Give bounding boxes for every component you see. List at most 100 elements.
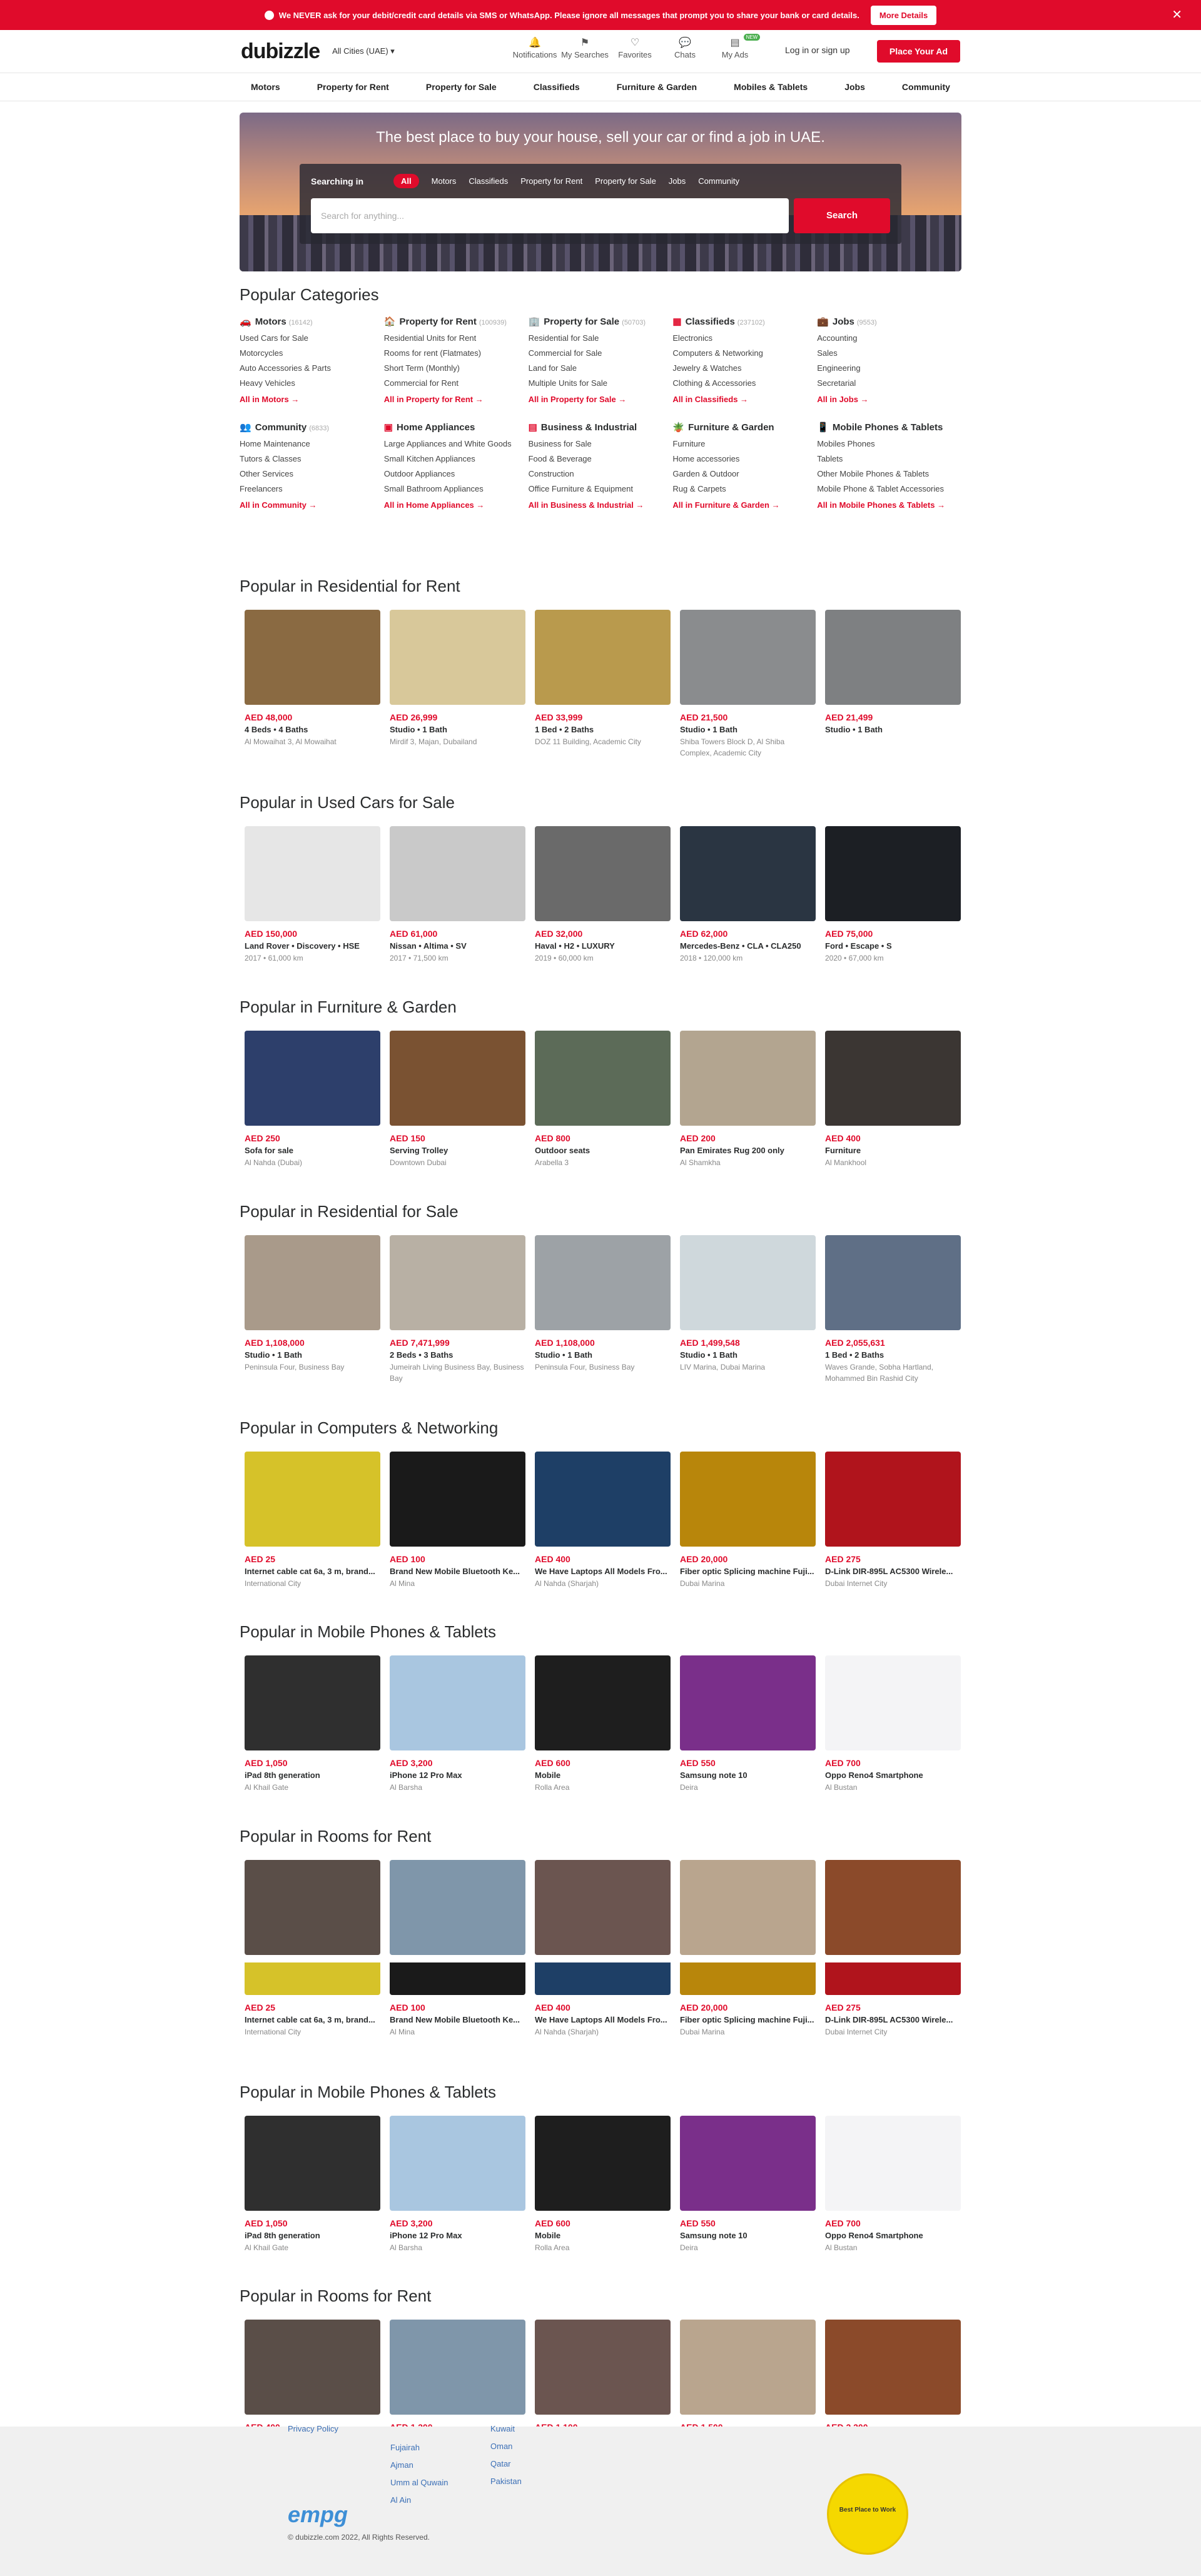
listing-card[interactable]: AED 7,471,999 2 Beds • 3 Baths Jumeirah Li… [390, 1235, 525, 1384]
subcategory-link[interactable]: Used Cars for Sale [240, 331, 384, 346]
listing-card[interactable]: AED 700 Oppo Reno4 Smartphone Al Bustan [825, 1655, 961, 1793]
view-all-link[interactable]: All in Home Appliances → [384, 500, 529, 510]
listing-image[interactable] [825, 1031, 961, 1126]
subcategory-link[interactable]: Mobile Phone & Tablet Accessories [817, 482, 961, 497]
subcategory-link[interactable]: Construction [529, 467, 673, 482]
listing-card[interactable]: AED 33,999 1 Bed • 2 Baths DOZ 11 Building… [535, 610, 671, 759]
subcategory-link[interactable]: Tablets [817, 452, 961, 467]
subcategory-link[interactable]: Tutors & Classes [240, 452, 384, 467]
listing-image[interactable] [245, 2116, 380, 2211]
listing-image[interactable] [245, 1655, 380, 1750]
subcategory-link[interactable]: Garden & Outdoor [672, 467, 817, 482]
listing-card[interactable]: AED 1,050 iPad 8th generation Al Khail Gat… [245, 1655, 380, 1793]
listing-image[interactable] [535, 1031, 671, 1126]
search-tab[interactable]: Motors [432, 176, 457, 186]
search-tab[interactable]: Property for Sale [595, 176, 656, 186]
listing-image[interactable] [245, 1860, 380, 1955]
category-title[interactable]: ▣ Home Appliances [384, 422, 529, 433]
footer-link[interactable]: Umm al Quwain [390, 2474, 448, 2492]
listing-image[interactable] [245, 1452, 380, 1547]
subcategory-link[interactable]: Land for Sale [529, 361, 673, 376]
nav-item[interactable]: Motors [251, 82, 280, 92]
listing-image[interactable] [390, 1452, 525, 1547]
listing-card[interactable]: AED 1,200 [390, 2320, 525, 2427]
listing-image[interactable] [535, 1962, 671, 1995]
subcategory-link[interactable]: Food & Beverage [529, 452, 673, 467]
listing-image[interactable] [680, 826, 816, 921]
listing-card[interactable]: AED 2,055,631 1 Bed • 2 Baths Waves Grande… [825, 1235, 961, 1384]
listing-image[interactable] [535, 610, 671, 705]
listing-card[interactable]: AED 1,500 [680, 2320, 816, 2427]
search-input[interactable]: Search for anything... [311, 198, 789, 233]
header-bell-link[interactable]: 🔔 Notifications [510, 36, 560, 59]
nav-item[interactable]: Community [902, 82, 950, 92]
category-title[interactable]: 🏠 Property for Rent (100939) [384, 316, 529, 327]
view-all-link[interactable]: All in Furniture & Garden → [672, 500, 817, 510]
subcategory-link[interactable]: Multiple Units for Sale [529, 376, 673, 391]
listing-image[interactable] [535, 1655, 671, 1750]
listing-card[interactable]: AED 275 D-Link DIR-895L AC5300 Wirele... D… [825, 1452, 961, 1589]
listing-image[interactable] [245, 610, 380, 705]
search-tab[interactable]: Property for Rent [520, 176, 582, 186]
footer-link[interactable]: Ajman [390, 2457, 448, 2474]
listing-card[interactable]: AED 150,000 Land Rover • Discovery • HSE 2… [245, 826, 380, 964]
listing-image[interactable] [825, 2116, 961, 2211]
category-title[interactable]: 🏢 Property for Sale (50703) [529, 316, 673, 327]
listing-card[interactable]: AED 32,000 Haval • H2 • LUXURY 2019 • 60,0… [535, 826, 671, 964]
listing-card[interactable]: AED 3,200 iPhone 12 Pro Max Al Barsha [390, 1655, 525, 1793]
nav-item[interactable]: Property for Rent [317, 82, 389, 92]
subcategory-link[interactable]: Short Term (Monthly) [384, 361, 529, 376]
listing-card[interactable]: AED 400 [245, 1860, 380, 1972]
listing-image[interactable] [680, 2320, 816, 2415]
listing-card[interactable]: AED 1,499,548 Studio • 1 Bath LIV Marina, … [680, 1235, 816, 1384]
subcategory-link[interactable]: Rooms for rent (Flatmates) [384, 346, 529, 361]
footer-link[interactable]: Fujairah [390, 2439, 448, 2457]
view-all-link[interactable]: All in Jobs → [817, 395, 961, 404]
listing-image[interactable] [680, 1860, 816, 1955]
subcategory-link[interactable]: Office Furniture & Equipment [529, 482, 673, 497]
footer-link[interactable]: Pakistan [490, 2473, 522, 2490]
listing-card[interactable]: AED 400 We Have Laptops All Models Fro...… [535, 1452, 671, 1589]
listing-image[interactable] [825, 1655, 961, 1750]
subcategory-link[interactable]: Home Maintenance [240, 437, 384, 452]
listing-image[interactable] [390, 1962, 525, 1995]
listing-card[interactable]: AED 550 Samsung note 10 Deira [680, 2116, 816, 2253]
listing-image[interactable] [680, 1452, 816, 1547]
category-title[interactable]: ▤ Business & Industrial [529, 422, 673, 433]
more-details-button[interactable]: More Details [870, 5, 937, 25]
nav-item[interactable]: Mobiles & Tablets [734, 82, 808, 92]
listing-image[interactable] [825, 610, 961, 705]
view-all-link[interactable]: All in Property for Sale → [529, 395, 673, 404]
subcategory-link[interactable]: Motorcycles [240, 346, 384, 361]
listing-card[interactable]: AED 1,200 [390, 1860, 525, 1972]
subcategory-link[interactable]: Engineering [817, 361, 961, 376]
listing-image[interactable] [535, 2320, 671, 2415]
listing-image[interactable] [390, 826, 525, 921]
header-chat-link[interactable]: 💬 Chats [660, 36, 710, 59]
login-link[interactable]: Log in or sign up [785, 45, 850, 55]
listing-card[interactable]: AED 1,100 [535, 2320, 671, 2427]
listing-card[interactable]: AED 600 Mobile Rolla Area [535, 1655, 671, 1793]
footer-link[interactable]: Kuwait [490, 2420, 522, 2438]
listing-card[interactable]: AED 25 Internet cable cat 6a, 3 m, brand.… [245, 1452, 380, 1589]
listing-image[interactable] [680, 1655, 816, 1750]
listing-image[interactable] [825, 1452, 961, 1547]
category-title[interactable]: ▦ Classifieds (237102) [672, 316, 817, 327]
listing-image[interactable] [825, 826, 961, 921]
empg-logo[interactable]: empg [288, 2502, 348, 2528]
listing-image[interactable] [825, 1962, 961, 1995]
listing-card[interactable]: AED 62,000 Mercedes-Benz • CLA • CLA250 20… [680, 826, 816, 964]
listing-card[interactable]: AED 275 D-Link DIR-895L AC5300 Wirele... D… [825, 1962, 961, 2038]
view-all-link[interactable]: All in Business & Industrial → [529, 500, 673, 510]
subcategory-link[interactable]: Heavy Vehicles [240, 376, 384, 391]
header-ads-link[interactable]: ▤ NEW My Ads [710, 34, 761, 59]
listing-card[interactable]: AED 400 Furniture Al Mankhool [825, 1031, 961, 1168]
subcategory-link[interactable]: Secretarial [817, 376, 961, 391]
listing-card[interactable]: AED 150 Serving Trolley Downtown Dubai [390, 1031, 525, 1168]
listing-card[interactable]: AED 250 Sofa for sale Al Nahda (Dubai) [245, 1031, 380, 1168]
listing-image[interactable] [390, 1860, 525, 1955]
listing-image[interactable] [535, 1452, 671, 1547]
listing-card[interactable]: AED 1,050 iPad 8th generation Al Khail Gat… [245, 2116, 380, 2253]
listing-card[interactable]: AED 26,999 Studio • 1 Bath Mirdif 3, Majan… [390, 610, 525, 759]
listing-image[interactable] [825, 1860, 961, 1955]
